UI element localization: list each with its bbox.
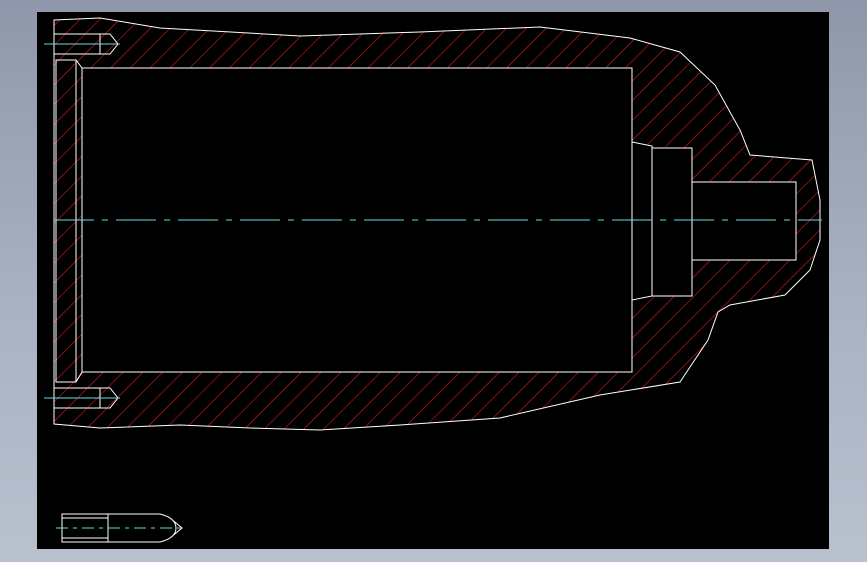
- section-hatch: [54, 18, 820, 430]
- cad-drawing: [44, 17, 822, 543]
- cad-viewport[interactable]: [37, 12, 829, 549]
